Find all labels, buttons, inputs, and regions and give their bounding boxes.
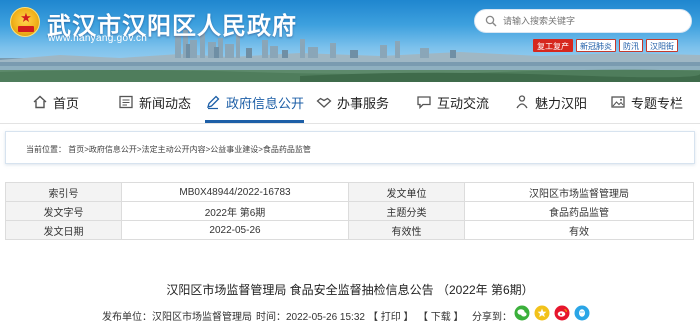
quick-link-hanyang-street[interactable]: 汉阳街 — [646, 39, 678, 52]
weibo-share-icon[interactable] — [554, 305, 570, 321]
header-banner: ★ 武汉市汉阳区人民政府 www.hanyang.gov.cn 复工复产 新冠肺… — [0, 0, 700, 82]
search-box[interactable] — [474, 9, 692, 33]
quick-link-covid[interactable]: 新冠肺炎 — [576, 39, 616, 52]
qq-share-icon[interactable] — [574, 305, 590, 321]
nav-item-gov-info[interactable]: 政府信息公开 — [205, 82, 305, 123]
main-nav: 首页 新闻动态 政府信息公开 办事服务 互动交流 魅力汉阳 专题专栏 — [0, 82, 700, 124]
table-row: 发文字号 2022年 第6期 主题分类 食品药品监管 — [5, 201, 694, 221]
qzone-share-icon[interactable] — [534, 305, 550, 321]
breadcrumb-trail: 当前位置： 首页>政府信息公开>法定主动公开内容>公益事业建设>食品药品监管 — [26, 144, 311, 155]
download-button[interactable]: 【 下载 】 — [418, 308, 464, 323]
breadcrumb-prefix: 当前位置： — [26, 145, 66, 154]
nav-item-charm-hanyang[interactable]: 魅力汉阳 — [514, 82, 587, 122]
nav-label: 首页 — [53, 95, 80, 111]
validity-value: 有效 — [464, 220, 694, 240]
print-button[interactable]: 【 打印 】 — [368, 308, 414, 323]
chat-icon — [417, 96, 431, 110]
quick-links: 复工复产 新冠肺炎 防汛 汉阳街 — [533, 39, 678, 52]
issuer-value: 汉阳区市场监督管理局 — [464, 182, 694, 202]
document-meta-table: 索引号 MB0X48944/2022-16783 发文单位 汉阳区市场监督管理局… — [5, 182, 694, 240]
article-source: 发布单位：汉阳区市场监督管理局 — [102, 312, 252, 323]
index-label: 索引号 — [5, 182, 122, 202]
nav-item-home[interactable]: 首页 — [32, 82, 79, 122]
breadcrumb-link-gov-info[interactable]: 政府信息公开 — [89, 145, 137, 154]
article-time: 时间：2022-05-26 15:32 — [256, 312, 365, 323]
breadcrumb-link-statutory[interactable]: 法定主动公开内容 — [142, 145, 206, 154]
site-url: www.hanyang.gov.cn — [48, 33, 148, 44]
quick-link-flood-control[interactable]: 防汛 — [619, 39, 643, 52]
nav-item-services[interactable]: 办事服务 — [316, 82, 389, 122]
issuer-label: 发文单位 — [348, 182, 465, 202]
nav-label: 魅力汉阳 — [535, 95, 588, 111]
handshake-icon — [316, 97, 332, 108]
wechat-share-icon[interactable] — [514, 305, 530, 321]
newspaper-icon — [119, 95, 133, 109]
validity-label: 有效性 — [348, 220, 465, 240]
government-emblem-icon[interactable]: ★ — [10, 7, 40, 37]
nav-label: 专题专栏 — [631, 95, 684, 111]
breadcrumb: 当前位置： 首页>政府信息公开>法定主动公开内容>公益事业建设>食品药品监管 — [5, 131, 695, 164]
doc-number-value: 2022年 第6期 — [121, 201, 349, 221]
nav-item-news[interactable]: 新闻动态 — [118, 82, 191, 122]
breadcrumb-link-home[interactable]: 首页 — [68, 145, 84, 154]
index-value: MB0X48944/2022-16783 — [121, 182, 349, 202]
article-info-bar: 发布单位：汉阳区市场监督管理局 时间：2022-05-26 15:32 【 打印… — [0, 304, 700, 324]
quick-link-resume-work[interactable]: 复工复产 — [533, 39, 573, 52]
share-label: 分享到： — [472, 312, 512, 323]
search-icon[interactable] — [485, 15, 497, 27]
topic-label: 主题分类 — [348, 201, 465, 221]
topic-value: 食品药品监管 — [464, 201, 694, 221]
pen-icon — [207, 95, 220, 110]
doc-number-label: 发文字号 — [5, 201, 122, 221]
article-title: 汉阳区市场监督管理局 食品安全监督抽检信息公告 （2022年 第6期） — [166, 283, 534, 297]
nav-label: 办事服务 — [337, 95, 390, 111]
home-icon — [33, 95, 47, 109]
nav-label: 政府信息公开 — [226, 95, 305, 111]
table-row: 发文日期 2022-05-26 有效性 有效 — [5, 220, 694, 240]
table-row: 索引号 MB0X48944/2022-16783 发文单位 汉阳区市场监督管理局 — [5, 182, 694, 202]
date-value: 2022-05-26 — [121, 220, 349, 240]
image-icon — [611, 96, 625, 108]
person-icon — [516, 95, 528, 109]
search-input[interactable] — [503, 13, 683, 29]
breadcrumb-link-public-welfare[interactable]: 公益事业建设 — [210, 145, 258, 154]
nav-label: 新闻动态 — [139, 95, 192, 111]
breadcrumb-link-food-drug[interactable]: 食品药品监管 — [263, 145, 311, 154]
nav-item-interaction[interactable]: 互动交流 — [416, 82, 489, 122]
date-label: 发文日期 — [5, 220, 122, 240]
nav-label: 互动交流 — [437, 95, 490, 111]
nav-item-special-topics[interactable]: 专题专栏 — [610, 82, 683, 122]
